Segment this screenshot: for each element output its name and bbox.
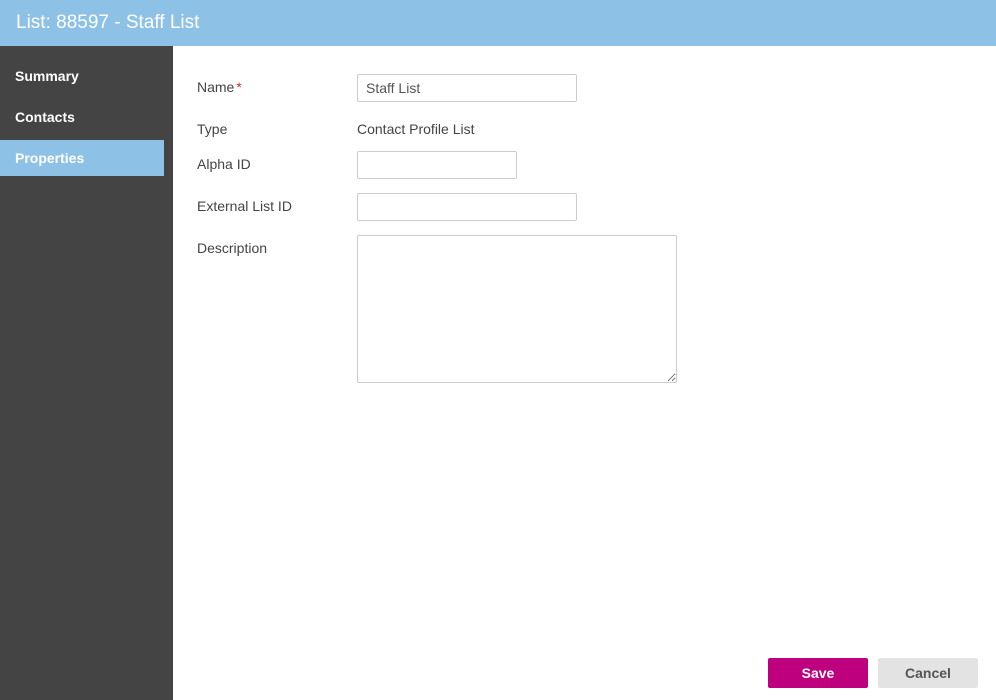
sidebar: Summary Contacts Properties (0, 46, 173, 700)
alpha-id-input[interactable] (357, 151, 517, 179)
page-title: List: 88597 - Staff List (16, 12, 199, 34)
sidebar-item-summary[interactable]: Summary (0, 58, 164, 94)
required-indicator: * (236, 79, 241, 95)
alpha-id-label: Alpha ID (197, 151, 357, 172)
sidebar-item-contacts[interactable]: Contacts (0, 99, 164, 135)
name-input[interactable] (357, 74, 577, 102)
save-button[interactable]: Save (768, 658, 868, 688)
name-label: Name* (197, 74, 357, 95)
main-content: Name* Type Contact Profile List Alpha ID… (173, 46, 996, 700)
sidebar-item-label: Properties (15, 150, 84, 166)
footer: Save Cancel (173, 646, 996, 700)
type-label: Type (197, 116, 357, 137)
header: List: 88597 - Staff List (0, 0, 996, 46)
description-label: Description (197, 235, 357, 256)
description-textarea[interactable] (357, 235, 677, 383)
sidebar-item-label: Contacts (15, 109, 75, 125)
sidebar-item-label: Summary (15, 68, 79, 84)
external-list-id-input[interactable] (357, 193, 577, 221)
sidebar-item-properties[interactable]: Properties (0, 140, 164, 176)
cancel-button[interactable]: Cancel (878, 658, 978, 688)
type-value: Contact Profile List (357, 116, 475, 137)
external-list-id-label: External List ID (197, 193, 357, 214)
form-area: Name* Type Contact Profile List Alpha ID… (173, 46, 996, 646)
